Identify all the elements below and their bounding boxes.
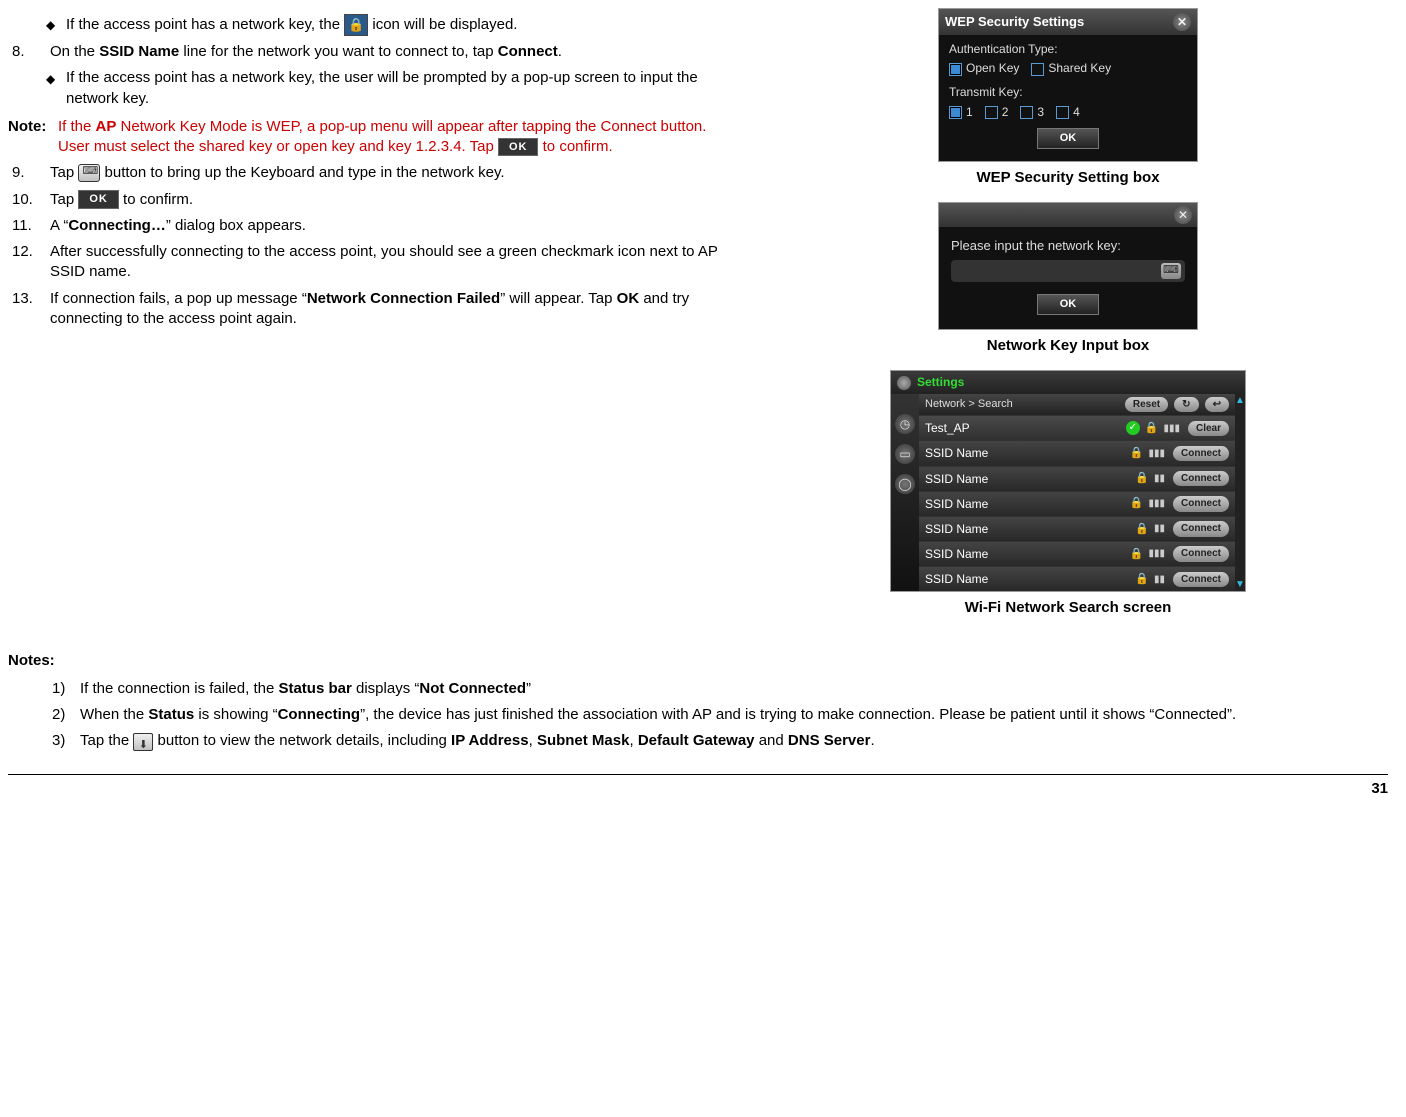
note-1-text: If the connection is failed, the Status … — [80, 679, 1388, 699]
step-11-text: A “Connecting…” dialog box appears. — [50, 216, 728, 236]
ap-row[interactable]: SSID Name 🔒▮▮Connect — [919, 466, 1235, 491]
lock-icon — [344, 14, 368, 36]
clear-button[interactable]: Clear — [1188, 421, 1229, 437]
ap-row[interactable]: SSID Name 🔒▮▮▮Connect — [919, 541, 1235, 566]
breadcrumb: Network > Search — [925, 397, 1013, 412]
shared-key-option[interactable]: Shared Key — [1031, 60, 1111, 76]
bullet-lock-text: If the access point has a network key, t… — [66, 14, 728, 36]
gear-icon — [897, 376, 911, 390]
scroll-down-icon: ▼ — [1235, 578, 1245, 592]
keyboard-icon[interactable]: ⌨ — [1161, 263, 1181, 279]
step-8-text: On the SSID Name line for the network yo… — [50, 42, 728, 62]
transmit-key-label: Transmit Key: — [949, 84, 1187, 100]
step-8-sub: If the access point has a network key, t… — [66, 68, 728, 109]
signal-icon: ▮▮▮ — [1163, 422, 1180, 436]
step-13-text: If connection fails, a pop up message “N… — [50, 289, 728, 330]
connect-button[interactable]: Connect — [1173, 572, 1229, 588]
open-key-option[interactable]: Open Key — [949, 60, 1019, 76]
wep-caption: WEP Security Setting box — [976, 168, 1159, 188]
close-icon[interactable]: ✕ — [1174, 206, 1192, 224]
check-icon: ✓ — [1126, 421, 1140, 435]
note-2-text: When the Status is showing “Connecting”,… — [80, 705, 1388, 725]
key-4[interactable]: 4 — [1056, 104, 1080, 120]
instructions-column: ◆ If the access point has a network key,… — [8, 8, 728, 633]
search-caption: Wi-Fi Network Search screen — [965, 598, 1172, 618]
step-10-text: Tap OK to confirm. — [50, 190, 728, 210]
step-12-number: 12. — [8, 242, 50, 262]
connect-button[interactable]: Connect — [1173, 496, 1229, 512]
monitor-icon[interactable]: ▭ — [895, 444, 915, 464]
wifi-search-screen: Settings ◷ ▭ ◯ Network > Search Reset ↻ — [890, 370, 1246, 592]
note-2-number: 2) — [52, 705, 80, 725]
ap-row[interactable]: SSID Name 🔒▮▮Connect — [919, 516, 1235, 541]
wep-title: WEP Security Settings — [945, 13, 1084, 31]
key-2[interactable]: 2 — [985, 104, 1009, 120]
connect-button[interactable]: Connect — [1173, 546, 1229, 562]
close-icon[interactable]: ✕ — [1173, 13, 1191, 31]
clock-icon[interactable]: ◷ — [895, 414, 915, 434]
auth-type-label: Authentication Type: — [949, 41, 1187, 57]
network-key-input[interactable]: ⌨ — [951, 260, 1185, 282]
step-9-number: 9. — [8, 163, 50, 183]
refresh-button[interactable]: ↻ — [1174, 397, 1198, 413]
ap-row[interactable]: SSID Name 🔒▮▮▮Connect — [919, 491, 1235, 516]
step-10-number: 10. — [8, 190, 50, 210]
ok-button[interactable]: OK — [1037, 294, 1099, 315]
ok-icon: OK — [498, 138, 539, 157]
step-13-number: 13. — [8, 289, 50, 309]
settings-label: Settings — [917, 374, 964, 390]
back-button[interactable]: ↩ — [1205, 397, 1229, 413]
sidebar: ◷ ▭ ◯ — [891, 394, 919, 592]
ap-row-test[interactable]: Test_AP ✓ 🔒 ▮▮▮ Clear — [919, 415, 1235, 440]
lock-icon: 🔒 — [1145, 421, 1159, 436]
scroll-up-icon: ▲ — [1235, 394, 1245, 408]
ap-row[interactable]: SSID Name 🔒▮▮▮Connect — [919, 440, 1235, 465]
page-number: 31 — [8, 774, 1388, 799]
note-text: If the AP Network Key Mode is WEP, a pop… — [58, 117, 728, 158]
ok-icon: OK — [78, 190, 119, 209]
connect-button[interactable]: Connect — [1173, 446, 1229, 462]
diamond-bullet-icon: ◆ — [46, 14, 66, 33]
note-label: Note: — [8, 117, 58, 158]
note-3-number: 3) — [52, 731, 80, 751]
figures-column: WEP Security Settings ✕ Authentication T… — [748, 8, 1388, 633]
key-3[interactable]: 3 — [1020, 104, 1044, 120]
download-icon — [133, 733, 153, 751]
scrollbar[interactable]: ▲ ▼ — [1235, 394, 1245, 592]
note-1-number: 1) — [52, 679, 80, 699]
circle-icon[interactable]: ◯ — [895, 474, 915, 494]
connect-button[interactable]: Connect — [1173, 521, 1229, 537]
reset-button[interactable]: Reset — [1125, 397, 1168, 413]
netkey-prompt: Please input the network key: — [951, 237, 1185, 255]
step-11-number: 11. — [8, 216, 50, 236]
key-1[interactable]: 1 — [949, 104, 973, 120]
step-9-text: Tap button to bring up the Keyboard and … — [50, 163, 728, 183]
network-key-dialog: ✕ Please input the network key: ⌨ OK — [938, 202, 1198, 330]
step-12-text: After successfully connecting to the acc… — [50, 242, 728, 283]
netkey-caption: Network Key Input box — [987, 336, 1150, 356]
step-8-number: 8. — [8, 42, 50, 62]
ap-row[interactable]: SSID Name 🔒▮▮Connect — [919, 566, 1235, 591]
keyboard-icon — [78, 164, 100, 182]
ok-button[interactable]: OK — [1037, 128, 1099, 149]
diamond-bullet-icon: ◆ — [46, 68, 66, 87]
note-3-text: Tap the button to view the network detai… — [80, 731, 1388, 751]
notes-heading: Notes: — [8, 651, 1388, 671]
connect-button[interactable]: Connect — [1173, 471, 1229, 487]
wep-security-dialog: WEP Security Settings ✕ Authentication T… — [938, 8, 1198, 162]
